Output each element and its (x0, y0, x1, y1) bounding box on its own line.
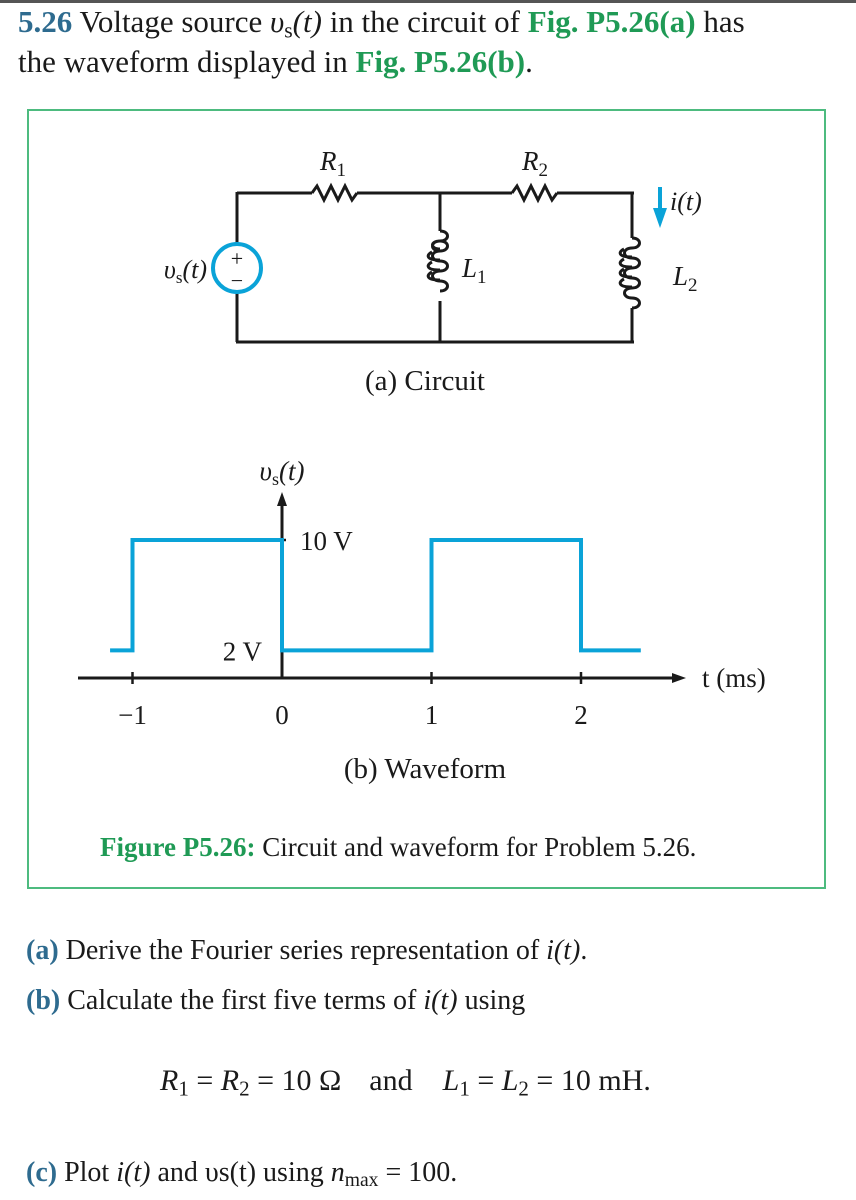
waveform-caption: (b) Waveform (344, 753, 507, 785)
question-c: (c) Plot i(t) and υs(t) using nmax = 100… (26, 1157, 458, 1191)
x-tick-label: 0 (275, 700, 289, 730)
source-label: υs(t) (164, 255, 207, 287)
given-values-equation: R1 = R2 = 10 Ωand L1 = L2 = 10 mH. (160, 1064, 651, 1101)
circuit-diagram: + − υs(t) R1 R2 L1 L2 i(t) (a) Circuit (164, 146, 702, 397)
waveform-chart: −1 0 1 2 2 V 10 V υs(t) t (ms) (b) Waveform (78, 456, 766, 785)
source-minus: − (231, 268, 243, 293)
circuit-wires (235, 182, 641, 344)
y-axis-label: υs(t) (260, 456, 305, 489)
x-tick-label: −1 (118, 700, 147, 730)
current-label: i(t) (670, 187, 702, 216)
x-tick-label: 1 (425, 700, 439, 730)
current-arrow-icon (653, 208, 667, 228)
r2-label: R2 (521, 146, 548, 181)
circuit-caption: (a) Circuit (365, 365, 485, 397)
y-axis-arrow-icon (277, 492, 287, 506)
resistor-r1 (310, 182, 359, 204)
x-axis-arrow-icon (672, 673, 686, 683)
l2-label: L2 (672, 261, 698, 296)
inductor-l2 (618, 236, 641, 310)
series-line-vs (110, 538, 641, 653)
inductor-l1 (426, 229, 449, 293)
y-tick-label: 10 V (300, 526, 353, 556)
l1-label: L1 (461, 253, 487, 288)
figure-caption: Figure P5.26: Circuit and waveform for P… (100, 832, 696, 863)
x-tick-label: 2 (574, 700, 588, 730)
y-tick-label: 2 V (223, 636, 263, 666)
x-axis-label: t (ms) (702, 663, 766, 693)
resistor-r2 (510, 182, 559, 204)
question-b: (b) Calculate the first five terms of i(… (26, 985, 526, 1016)
question-a: (a) Derive the Fourier series representa… (26, 935, 588, 966)
r1-label: R1 (319, 146, 346, 181)
figure-caption-text: Circuit and waveform for Problem 5.26. (255, 832, 697, 862)
figure-caption-label: Figure P5.26: (100, 832, 256, 862)
